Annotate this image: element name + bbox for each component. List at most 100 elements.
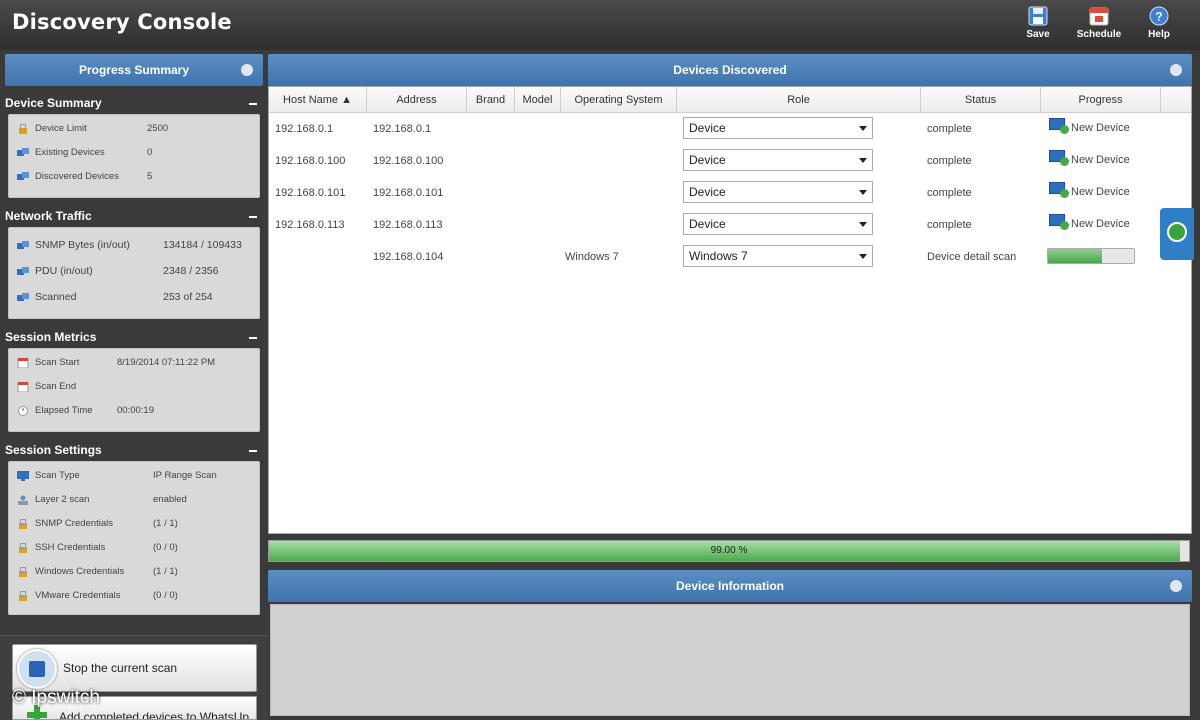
svg-text:?: ? [1155,10,1162,24]
address-cell: 192.168.0.104 [373,251,444,263]
row-label: PDU (in/out) [35,265,93,277]
stop-icon [17,649,57,689]
status-cell: Device detail scan [927,251,1017,263]
status-cell: complete [927,123,972,135]
progress-cell: New Device [1071,122,1130,134]
column-header-role[interactable]: Role [677,87,921,113]
row-label: SNMP Credentials [35,518,113,529]
new-device-icon [1049,150,1069,166]
scan-end-row: Scan End [17,379,253,395]
session-metrics-title[interactable]: Session Metrics [5,330,261,348]
status-cell: complete [927,187,972,199]
help-button[interactable]: ? Help [1142,6,1176,46]
column-header-brand[interactable]: Brand [467,87,515,113]
save-button[interactable]: Save [1022,6,1054,46]
progress-summary-header: Progress Summary [5,54,263,86]
address-cell: 192.168.0.101 [373,187,444,199]
lock-icon [17,543,29,553]
calendar-icon [17,357,29,369]
role-select[interactable]: Device [683,117,873,139]
address-cell: 192.168.0.100 [373,155,444,167]
collapse-icon[interactable] [249,337,257,339]
role-value: Device [689,153,726,167]
overall-progress-label: 99.00 % [710,545,748,556]
row-value: 2500 [147,123,169,134]
lock-icon [17,567,29,577]
collapse-panel-icon[interactable] [1170,580,1182,592]
row-value: 134184 / 109433 [163,239,242,251]
snmp-bytes-row: SNMP Bytes (in/out) 134184 / 109433 [17,237,253,253]
new-device-icon [1049,214,1069,230]
session-settings-label: Session Settings [5,443,102,457]
address-cell: 192.168.0.1 [373,123,432,135]
session-metrics-box: Scan Start 8/19/2014 07:11:22 PM Scan En… [8,348,260,432]
side-dock-tab[interactable] [1160,208,1194,260]
collapse-panel-icon[interactable] [1170,64,1182,76]
collapse-panel-icon[interactable] [241,64,253,76]
network-traffic-title[interactable]: Network Traffic [5,209,261,227]
column-header-os[interactable]: Operating System [561,87,677,113]
chevron-down-icon [859,190,867,195]
row-label: Existing Devices [35,147,105,158]
scanned-row: Scanned 253 of 254 [17,289,253,305]
row-value: (0 / 0) [153,590,178,601]
row-label: VMware Credentials [35,590,121,601]
devices-icon [17,148,29,158]
session-settings-box: Scan Type IP Range Scan Layer 2 scan ena… [8,461,260,615]
floppy-disk-icon [1028,6,1048,26]
column-header-status[interactable]: Status [921,87,1041,113]
session-settings-title[interactable]: Session Settings [5,443,261,461]
vmware-credentials-row: VMware Credentials (0 / 0) [17,588,253,604]
calendar-icon [17,381,29,393]
new-device-icon [1049,118,1069,134]
device-limit-row: Device Limit 2500 [17,121,253,137]
status-cell: complete [927,219,972,231]
row-value: 00:00:19 [117,405,154,416]
row-label: Device Limit [35,123,87,134]
ssh-credentials-row: SSH Credentials (0 / 0) [17,540,253,556]
lock-icon [17,591,29,601]
column-header-progress[interactable]: Progress [1041,87,1161,113]
row-progress-bar [1047,248,1135,264]
progress-cell: New Device [1071,186,1130,198]
role-select[interactable]: Device [683,149,873,171]
monitor-icon [17,471,29,481]
network-traffic-box: SNMP Bytes (in/out) 134184 / 109433 PDU … [8,227,260,319]
column-header-model[interactable]: Model [515,87,561,113]
device-summary-box: Device Limit 2500 Existing Devices 0 Dis… [8,114,260,198]
chevron-down-icon [859,126,867,131]
column-header-spacer [1161,87,1191,113]
progress-summary-column: Progress Summary Device Summary Device L… [0,50,268,720]
row-value: 253 of 254 [163,291,213,303]
host-name-cell: 192.168.0.101 [275,187,346,199]
role-select[interactable]: Device [683,213,873,235]
scan-start-row: Scan Start 8/19/2014 07:11:22 PM [17,355,253,371]
device-summary-title[interactable]: Device Summary [5,96,261,114]
column-header-host-name[interactable]: Host Name ▲ [269,87,367,113]
top-bar: Discovery Console Save Schedule ? Help [0,0,1200,50]
row-label: Scanned [35,291,77,303]
add-devices-label: Add completed devices to WhatsUp [59,710,250,720]
network-switch-icon [17,495,29,505]
role-select[interactable]: Windows 7 [683,245,873,267]
progress-cell: New Device [1071,218,1130,230]
progress-cell: New Device [1071,154,1130,166]
row-label: Layer 2 scan [35,494,90,505]
calendar-icon [1089,7,1109,26]
role-select[interactable]: Device [683,181,873,203]
stop-scan-button[interactable]: Stop the current scan [12,644,257,692]
collapse-icon[interactable] [249,450,257,452]
collapse-icon[interactable] [249,216,257,218]
devices-discovered-title: Devices Discovered [673,63,787,77]
elapsed-time-row: Elapsed Time 00:00:19 [17,403,253,419]
collapse-icon[interactable] [249,103,257,105]
chevron-down-icon [859,158,867,163]
save-label: Save [1026,29,1050,40]
schedule-button[interactable]: Schedule [1073,6,1125,46]
row-progress-fill [1048,249,1103,263]
row-value: 8/19/2014 07:11:22 PM [117,357,216,368]
session-metrics-label: Session Metrics [5,330,97,344]
role-value: Windows 7 [689,249,748,263]
row-label: Discovered Devices [35,171,119,182]
column-header-address[interactable]: Address [367,87,467,113]
